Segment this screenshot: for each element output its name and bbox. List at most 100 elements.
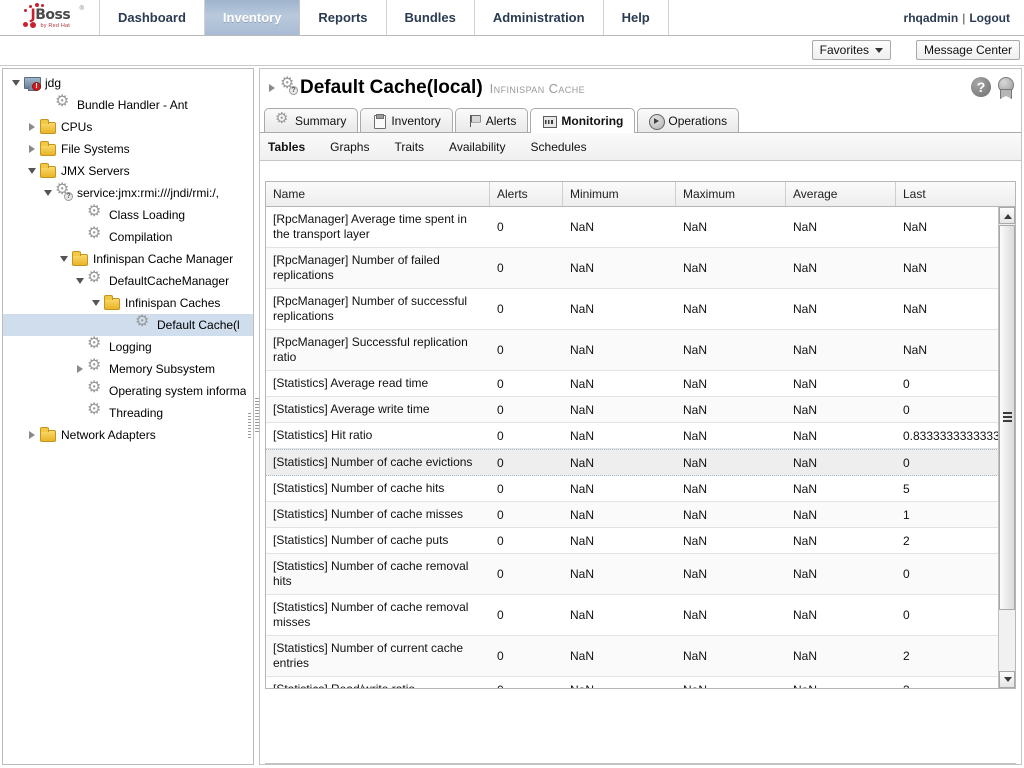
tab-monitoring[interactable]: Monitoring <box>530 108 635 133</box>
table-row[interactable]: [Statistics] Number of cache hits0NaNNaN… <box>266 476 1015 502</box>
tree-node[interactable]: Threading <box>3 402 253 424</box>
collapse-arrow-icon[interactable] <box>57 248 71 270</box>
subtab-traits[interactable]: Traits <box>394 140 443 154</box>
tree-node[interactable]: Class Loading <box>3 204 253 226</box>
question-badge-icon: ? <box>289 86 298 95</box>
cell-average: NaN <box>786 528 896 553</box>
subtab-availability[interactable]: Availability <box>449 140 524 154</box>
tree-resize-grip[interactable] <box>248 413 251 439</box>
tree-node[interactable]: Bundle Handler - Ant <box>3 94 253 116</box>
tree-node[interactable]: File Systems <box>3 138 253 160</box>
tree-node[interactable]: CPUs <box>3 116 253 138</box>
expand-arrow-icon[interactable] <box>25 116 39 138</box>
table-row[interactable]: [Statistics] Hit ratio0NaNNaNNaN0.833333… <box>266 423 1015 449</box>
table-row[interactable]: [RpcManager] Average time spent in the t… <box>266 207 1015 248</box>
tree-node[interactable]: Logging <box>3 336 253 358</box>
tab-alerts[interactable]: Alerts <box>455 108 529 132</box>
favorites-button[interactable]: Favorites <box>812 40 891 60</box>
cell-name: [RpcManager] Successful replication rati… <box>266 330 490 370</box>
tree-node[interactable]: ?service:jmx:rmi:///jndi/rmi:/, <box>3 182 253 204</box>
tree-node[interactable]: Network Adapters <box>3 424 253 446</box>
table-row[interactable]: [Statistics] Number of cache removal mis… <box>266 595 1015 636</box>
collapse-arrow-icon[interactable] <box>73 270 87 292</box>
table-row[interactable]: [Statistics] Average read time0NaNNaNNaN… <box>266 371 1015 397</box>
cell-alerts: 0 <box>490 554 563 594</box>
cell-maximum: NaN <box>676 207 786 247</box>
tab-inventory[interactable]: Inventory <box>360 108 452 132</box>
table-row[interactable]: [Statistics] Number of cache removal hit… <box>266 554 1015 595</box>
table-row[interactable]: [Statistics] Number of cache misses0NaNN… <box>266 502 1015 528</box>
table-row[interactable]: [Statistics] Read/write ratio0NaNNaNNaN3 <box>266 677 1015 688</box>
table-row[interactable]: [Statistics] Number of cache puts0NaNNaN… <box>266 528 1015 554</box>
tab-label: Inventory <box>391 114 440 128</box>
tree-spacer <box>121 314 135 336</box>
collapse-header-icon[interactable] <box>266 69 278 107</box>
tree-node-label: Infinispan Caches <box>125 296 220 310</box>
column-header-average[interactable]: Average <box>786 182 896 206</box>
nav-item-reports[interactable]: Reports <box>300 0 386 35</box>
cell-minimum: NaN <box>563 677 676 688</box>
resource-tree-panel[interactable]: !jdgBundle Handler - AntCPUsFile Systems… <box>2 68 254 765</box>
tab-summary[interactable]: Summary <box>264 108 358 132</box>
table-row[interactable]: [Statistics] Number of cache evictions0N… <box>266 449 1015 476</box>
table-row[interactable]: [RpcManager] Number of successful replic… <box>266 289 1015 330</box>
subtab-schedules[interactable]: Schedules <box>531 140 606 154</box>
collapse-arrow-icon[interactable] <box>89 292 103 314</box>
column-header-alerts[interactable]: Alerts <box>490 182 563 206</box>
collapse-arrow-icon[interactable] <box>41 182 55 204</box>
tree-node[interactable]: DefaultCacheManager <box>3 270 253 292</box>
metrics-table-body[interactable]: [RpcManager] Average time spent in the t… <box>266 207 1015 688</box>
favorite-ribbon-icon[interactable] <box>995 77 1015 97</box>
tree-node[interactable]: JMX Servers <box>3 160 253 182</box>
nav-item-help[interactable]: Help <box>604 0 669 35</box>
tree-node[interactable]: Default Cache(l <box>3 314 253 336</box>
tree-node[interactable]: Memory Subsystem <box>3 358 253 380</box>
tree-node-label: service:jmx:rmi:///jndi/rmi:/, <box>77 186 219 200</box>
tree-node[interactable]: Infinispan Caches <box>3 292 253 314</box>
scroll-up-arrow-icon[interactable] <box>999 207 1015 224</box>
expand-arrow-icon[interactable] <box>25 138 39 160</box>
tree-node-label: Default Cache(l <box>157 318 240 332</box>
tree-node[interactable]: Compilation <box>3 226 253 248</box>
column-header-minimum[interactable]: Minimum <box>563 182 676 206</box>
cell-alerts: 0 <box>490 397 563 422</box>
expand-arrow-icon[interactable] <box>73 358 87 380</box>
jboss-logo[interactable]: JBoss ® by Red Hat <box>0 0 100 35</box>
message-center-button[interactable]: Message Center <box>916 40 1020 60</box>
collapse-arrow-icon[interactable] <box>25 160 39 182</box>
collapse-arrow-icon[interactable] <box>9 72 23 94</box>
tab-label: Operations <box>668 114 727 128</box>
column-header-name[interactable]: Name <box>266 182 490 206</box>
table-row[interactable]: [Statistics] Number of current cache ent… <box>266 636 1015 677</box>
expand-arrow-icon[interactable] <box>25 424 39 446</box>
folder-icon <box>39 118 57 136</box>
tab-label: Monitoring <box>561 114 623 128</box>
logout-link[interactable]: Logout <box>969 11 1010 25</box>
logo-tagline: by Red Hat <box>41 23 71 29</box>
nav-item-bundles[interactable]: Bundles <box>387 0 475 35</box>
scrollbar-grip-icon <box>1003 412 1012 423</box>
tree-node-label: Network Adapters <box>61 428 156 442</box>
tree-node[interactable]: !jdg <box>3 72 253 94</box>
column-header-last[interactable]: Last <box>896 182 1015 206</box>
tree-node-label: Memory Subsystem <box>109 362 215 376</box>
nav-item-inventory[interactable]: Inventory <box>205 0 301 35</box>
tab-operations[interactable]: Operations <box>637 108 739 132</box>
scrollbar-thumb[interactable] <box>999 225 1015 610</box>
help-icon[interactable]: ? <box>971 77 991 97</box>
tree-node[interactable]: Operating system informa <box>3 380 253 402</box>
folder-icon <box>39 140 57 158</box>
cell-minimum: NaN <box>563 595 676 635</box>
cell-minimum: NaN <box>563 636 676 676</box>
subtab-graphs[interactable]: Graphs <box>330 140 388 154</box>
table-row[interactable]: [RpcManager] Number of failed replicatio… <box>266 248 1015 289</box>
column-header-maximum[interactable]: Maximum <box>676 182 786 206</box>
table-row[interactable]: [Statistics] Average write time0NaNNaNNa… <box>266 397 1015 423</box>
subtab-tables[interactable]: Tables <box>268 140 324 154</box>
scroll-down-arrow-icon[interactable] <box>999 671 1015 688</box>
table-row[interactable]: [RpcManager] Successful replication rati… <box>266 330 1015 371</box>
tree-node[interactable]: Infinispan Cache Manager <box>3 248 253 270</box>
metrics-table-scrollbar[interactable] <box>998 207 1015 688</box>
nav-item-dashboard[interactable]: Dashboard <box>100 0 205 35</box>
nav-item-administration[interactable]: Administration <box>475 0 604 35</box>
